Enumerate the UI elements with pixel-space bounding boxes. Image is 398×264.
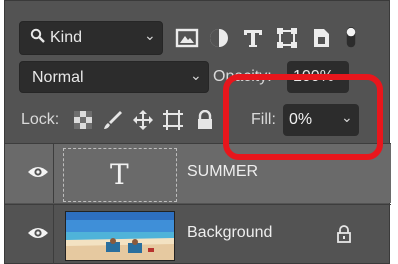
blend-mode-select[interactable]: Normal ⌄ <box>19 61 209 93</box>
lock-image-pixels-icon[interactable] <box>103 110 123 130</box>
layer-thumbnail <box>65 211 175 261</box>
opacity-field[interactable]: 100% <box>287 61 349 93</box>
lock-fill-bar: Lock: Fill: 0% ⌄ <box>5 104 391 138</box>
visibility-eye-icon[interactable] <box>27 164 49 180</box>
layer-row-summer[interactable]: T SUMMER <box>5 143 391 203</box>
layer-name[interactable]: SUMMER <box>187 163 258 181</box>
lock-transparent-pixels-icon[interactable] <box>73 110 93 130</box>
visibility-eye-icon[interactable] <box>27 225 49 241</box>
layer-row-background[interactable]: Background <box>5 204 391 264</box>
chevron-down-icon: ⌄ <box>190 67 202 83</box>
fill-label: Fill: <box>251 111 276 128</box>
lock-icon <box>336 225 352 243</box>
lock-artboard-icon[interactable] <box>163 110 183 130</box>
column-divider <box>53 205 54 264</box>
layer-thumbnail: T <box>63 148 177 202</box>
column-divider <box>53 144 54 203</box>
lock-label: Lock: <box>21 111 60 128</box>
filter-toggle-icon[interactable] <box>343 27 359 49</box>
layer-filter-bar: Kind ⌄ <box>5 17 391 55</box>
lock-position-icon[interactable] <box>133 110 153 130</box>
fill-field[interactable]: 0% ⌄ <box>283 104 359 136</box>
opacity-label: Opacity: <box>213 68 272 85</box>
fill-value: 0% <box>289 111 313 128</box>
filter-kind-select[interactable]: Kind ⌄ <box>19 21 163 55</box>
layers-panel: Kind ⌄ Normal ⌄ Opacity: 100% Lock: Fill… <box>4 0 391 264</box>
blend-mode-value: Normal <box>32 69 84 86</box>
filter-kind-label: Kind <box>50 29 83 46</box>
text-layer-glyph: T <box>110 158 129 191</box>
lock-all-icon[interactable] <box>195 109 215 130</box>
type-filter-icon[interactable] <box>241 27 265 49</box>
chevron-down-icon: ⌄ <box>144 27 156 43</box>
shape-filter-icon[interactable] <box>275 27 299 49</box>
chevron-down-icon[interactable]: ⌄ <box>341 109 353 126</box>
blend-opacity-bar: Normal ⌄ Opacity: 100% <box>5 61 391 95</box>
image-filter-icon[interactable] <box>175 27 199 49</box>
layer-name[interactable]: Background <box>187 224 272 242</box>
search-icon <box>30 28 46 49</box>
adjustment-filter-icon[interactable] <box>207 27 231 49</box>
smart-object-filter-icon[interactable] <box>309 27 333 49</box>
